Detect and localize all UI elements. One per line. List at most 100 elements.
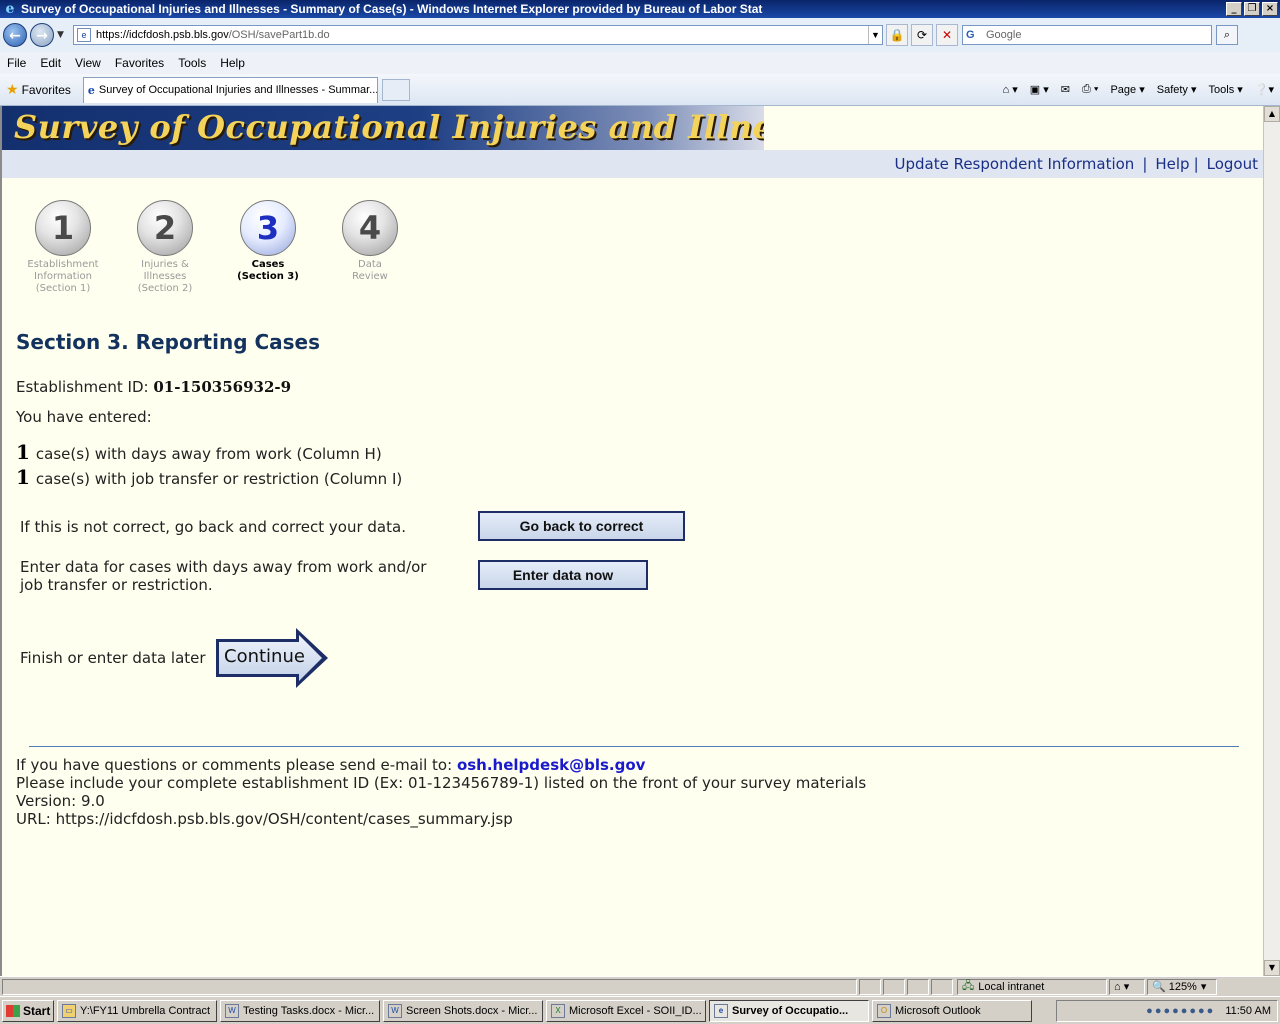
step-1-circle: 1 bbox=[35, 200, 91, 256]
restore-button[interactable]: ❐ bbox=[1244, 2, 1260, 16]
footer: If you have questions or comments please… bbox=[16, 756, 866, 828]
top-links: Update Respondent Information | Help | Logou… bbox=[894, 155, 1258, 173]
page-icon: e bbox=[77, 28, 91, 42]
excel-icon: X bbox=[551, 1003, 565, 1018]
google-icon: G bbox=[966, 29, 975, 41]
step-4-circle: 4 bbox=[342, 200, 398, 256]
step-3: 3 Cases (Section 3) bbox=[225, 200, 311, 283]
tab-current[interactable]: e Survey of Occupational Injuries and Il… bbox=[82, 76, 378, 103]
status-cell bbox=[931, 978, 953, 995]
step-2[interactable]: 2 Injuries & Illnesses (Section 2) bbox=[122, 200, 208, 295]
address-bar[interactable]: e https://idcfdosh.psb.bls.gov/OSH/saveP… bbox=[73, 25, 883, 45]
page-menu[interactable]: Page ▾ bbox=[1110, 83, 1144, 96]
home-icon[interactable]: ⌂ ▾ bbox=[1003, 83, 1018, 96]
taskbar: Start ▭ Y:\FY11 Umbrella Contract W Test… bbox=[0, 996, 1280, 1024]
status-bar: 🖧 Local intranet ⌂ ▾ 🔍 125% ▾ bbox=[0, 976, 1280, 996]
close-window-button[interactable]: × bbox=[1262, 2, 1278, 16]
print-icon[interactable]: ⎙ ▾ bbox=[1082, 83, 1098, 96]
taskbar-item-explorer[interactable]: ▭ Y:\FY11 Umbrella Contract bbox=[57, 999, 217, 1022]
step-2-label: Injuries & Illnesses (Section 2) bbox=[137, 259, 193, 294]
footer-url: URL: https://idcfdosh.psb.bls.gov/OSH/co… bbox=[16, 810, 513, 828]
status-cell bbox=[859, 978, 881, 995]
page-viewport: Survey of Occupational Injuries and Illn… bbox=[0, 106, 1280, 976]
status-text bbox=[2, 978, 857, 995]
menu-file[interactable]: File bbox=[0, 56, 33, 70]
history-dropdown-icon[interactable]: ▼ bbox=[57, 30, 67, 40]
footer-contact: If you have questions or comments please… bbox=[16, 756, 646, 774]
step-1-label: Establishment Information (Section 1) bbox=[27, 259, 99, 294]
vertical-scrollbar[interactable]: ▲ ▼ bbox=[1263, 106, 1280, 976]
establishment-id-row: Establishment ID: 01-150356932-9 bbox=[16, 378, 291, 396]
status-cell bbox=[883, 978, 905, 995]
step-1[interactable]: 1 Establishment Information (Section 1) bbox=[20, 200, 106, 295]
case-count-days-away: 1 case(s) with days away from work (Colum… bbox=[16, 440, 382, 464]
continue-label: Continue bbox=[224, 646, 305, 667]
security-zone[interactable]: 🖧 Local intranet bbox=[957, 978, 1107, 995]
helpdesk-email-link[interactable]: osh.helpdesk@bls.gov bbox=[457, 756, 645, 774]
taskbar-item-excel[interactable]: X Microsoft Excel - SOII_ID... bbox=[546, 999, 706, 1022]
enter-data-button[interactable]: Enter data now bbox=[478, 560, 648, 590]
establishment-id-label: Establishment ID: bbox=[16, 378, 149, 396]
footer-include-note: Please include your complete establishme… bbox=[16, 774, 867, 792]
continue-button[interactable]: Continue bbox=[214, 626, 330, 690]
stop-icon[interactable]: ✕ bbox=[936, 24, 958, 46]
refresh-icon[interactable]: ⟳ bbox=[911, 24, 933, 46]
scroll-down-icon[interactable]: ▼ bbox=[1264, 960, 1280, 976]
menu-view[interactable]: View bbox=[68, 56, 108, 70]
scroll-up-icon[interactable]: ▲ bbox=[1264, 106, 1280, 122]
update-respondent-link[interactable]: Update Respondent Information bbox=[894, 155, 1134, 173]
search-icon[interactable]: ⌕ bbox=[1216, 25, 1238, 45]
word-icon: W bbox=[225, 1003, 239, 1018]
taskbar-item-ie[interactable]: e Survey of Occupatio... bbox=[709, 999, 869, 1022]
menu-favorites[interactable]: Favorites bbox=[108, 56, 171, 70]
go-back-button[interactable]: Go back to correct bbox=[478, 511, 685, 541]
search-input[interactable]: G Google bbox=[962, 25, 1212, 45]
tray-icons[interactable]: ●●●●●●●● bbox=[1146, 1005, 1215, 1017]
feeds-icon[interactable]: ▣ ▾ bbox=[1030, 83, 1049, 96]
taskbar-item-outlook[interactable]: O Microsoft Outlook bbox=[872, 999, 1032, 1022]
minimize-button[interactable]: _ bbox=[1226, 2, 1242, 16]
intranet-icon: 🖧 bbox=[962, 980, 975, 992]
help-link[interactable]: Help bbox=[1155, 155, 1189, 173]
back-button[interactable]: ← bbox=[3, 23, 27, 47]
new-tab-button[interactable] bbox=[381, 78, 410, 101]
zoom-level[interactable]: 🔍 125% ▾ bbox=[1147, 978, 1217, 995]
forward-button[interactable]: → bbox=[30, 23, 54, 47]
safety-menu[interactable]: Safety ▾ bbox=[1157, 83, 1197, 96]
taskbar-item-word-screenshots[interactable]: W Screen Shots.docx - Micr... bbox=[383, 999, 543, 1022]
window-title: Survey of Occupational Injuries and Illn… bbox=[21, 2, 763, 16]
correct-instruction: If this is not correct, go back and corr… bbox=[20, 518, 406, 536]
url-dropdown-icon[interactable]: ▼ bbox=[868, 26, 882, 44]
ie-logo-icon: e bbox=[5, 1, 15, 17]
system-tray: ●●●●●●●● 11:50 AM bbox=[1056, 999, 1278, 1022]
menu-bar: File Edit View Favorites Tools Help bbox=[0, 52, 1280, 74]
status-cell bbox=[907, 978, 929, 995]
case-count-days-away-text: case(s) with days away from work (Column… bbox=[35, 445, 382, 463]
favorites-button[interactable]: Favorites bbox=[22, 83, 71, 97]
help-icon[interactable]: ❔▾ bbox=[1255, 83, 1274, 96]
lock-icon[interactable]: 🔒 bbox=[886, 24, 908, 46]
establishment-id-value: 01-150356932-9 bbox=[153, 378, 292, 396]
step-4-label: Data Review bbox=[352, 259, 388, 282]
footer-version: Version: 9.0 bbox=[16, 792, 105, 810]
tools-menu[interactable]: Tools ▾ bbox=[1209, 83, 1243, 96]
start-button[interactable]: Start bbox=[2, 999, 54, 1022]
taskbar-item-word-testing[interactable]: W Testing Tasks.docx - Micr... bbox=[220, 999, 380, 1022]
read-mail-icon[interactable]: ✉ bbox=[1061, 83, 1070, 96]
menu-edit[interactable]: Edit bbox=[33, 56, 68, 70]
page-title: Section 3. Reporting Cases bbox=[16, 330, 321, 354]
menu-help[interactable]: Help bbox=[213, 56, 252, 70]
clock: 11:50 AM bbox=[1225, 1004, 1271, 1017]
tab-title: Survey of Occupational Injuries and Illn… bbox=[98, 84, 378, 96]
url-text[interactable]: https://idcfdosh.psb.bls.gov/OSH/savePar… bbox=[96, 29, 868, 41]
logout-link[interactable]: Logout bbox=[1207, 155, 1258, 173]
case-count-transfer-text: case(s) with job transfer or restriction… bbox=[35, 470, 403, 488]
step-3-label: Cases (Section 3) bbox=[237, 259, 299, 282]
site-banner: Survey of Occupational Injuries and Illn… bbox=[2, 106, 764, 150]
banner-title: Survey of Occupational Injuries and Illn… bbox=[14, 108, 764, 146]
favorites-star-icon[interactable]: ★ bbox=[6, 81, 19, 98]
protected-mode-icon[interactable]: ⌂ ▾ bbox=[1109, 978, 1145, 995]
menu-tools[interactable]: Tools bbox=[171, 56, 213, 70]
favorites-bar: ★ Favorites e Survey of Occupational Inj… bbox=[0, 74, 1280, 106]
zoom-icon: 🔍 bbox=[1152, 981, 1166, 993]
